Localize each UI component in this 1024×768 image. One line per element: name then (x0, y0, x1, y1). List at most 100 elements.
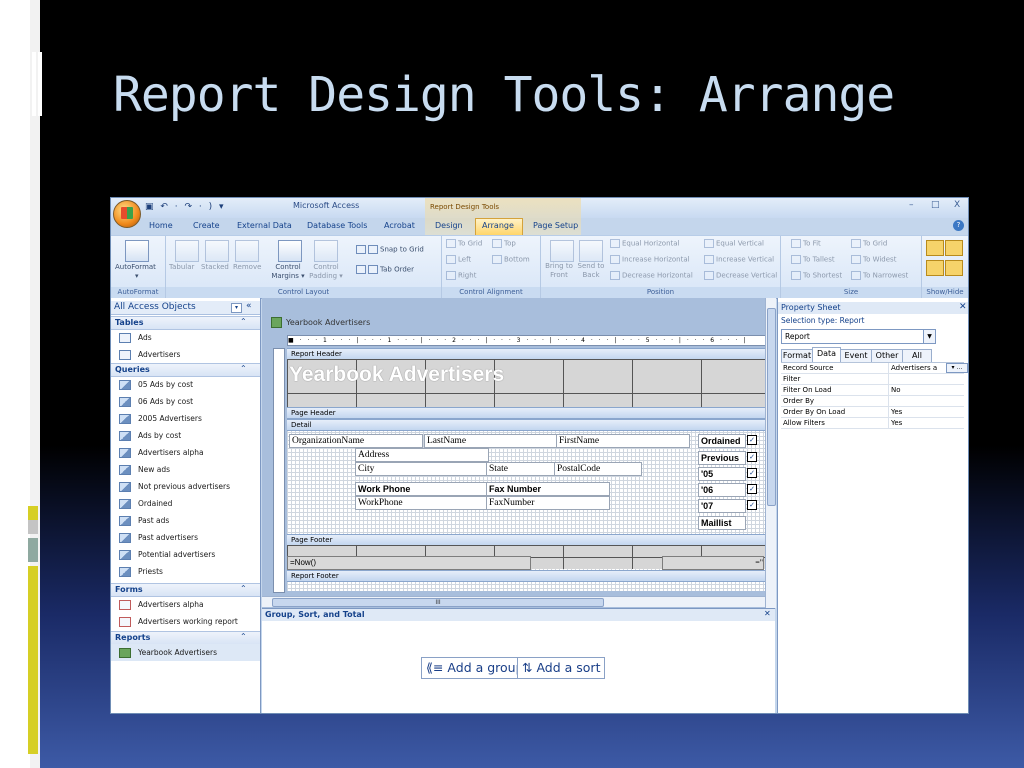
minimize-button[interactable]: – (909, 200, 914, 210)
property-row[interactable]: Order By (781, 396, 964, 407)
checkbox-07[interactable]: ✓ (747, 500, 757, 510)
office-button[interactable] (113, 200, 141, 228)
property-row[interactable]: Allow Filters Yes (781, 418, 964, 429)
scroll-thumb[interactable]: III (272, 598, 604, 607)
nav-item-query[interactable]: Advertisers alpha (111, 444, 260, 461)
tab-external-data[interactable]: External Data (237, 221, 292, 230)
size-to-shortest-button[interactable]: To Shortest (791, 271, 842, 280)
tab-acrobat[interactable]: Acrobat (384, 221, 415, 230)
nav-section-tables[interactable]: Tables ⌃ (111, 316, 260, 330)
collapse-icon[interactable]: « (246, 301, 252, 311)
nav-item-advertisers[interactable]: Advertisers (111, 346, 260, 363)
size-to-widest-button[interactable]: To Widest (851, 255, 896, 264)
band-report-footer[interactable]: Report Footer (287, 570, 765, 582)
label-previous[interactable]: Previous (698, 451, 746, 465)
tab-order-button[interactable]: Tab Order (356, 265, 414, 274)
label-06[interactable]: '06 (698, 483, 746, 497)
add-group-button[interactable]: ⟪≡ Add a group (421, 657, 529, 679)
nav-header[interactable]: All Access Objects ▾ « (111, 301, 260, 315)
vertical-scrollbar[interactable] (765, 298, 776, 608)
help-icon[interactable]: ? (953, 220, 964, 231)
nav-section-reports[interactable]: Reports ⌃ (111, 631, 260, 645)
collapse-section-icon[interactable]: ⌃ (240, 364, 247, 373)
tab-page-setup[interactable]: Page Setup (533, 221, 578, 230)
autoformat-dropdown-icon[interactable]: ▾ (135, 272, 139, 280)
control-margins-button[interactable]: Control Margins ▾ (270, 263, 306, 281)
chevron-down-icon[interactable]: ▼ (923, 329, 936, 344)
increase-horizontal-button[interactable]: Increase Horizontal (610, 255, 690, 264)
horizontal-ruler[interactable]: ■ · · · 1 · · · | · · · 1 · · · | · · · … (287, 335, 767, 346)
nav-item-report[interactable]: Yearbook Advertisers (111, 644, 260, 661)
selection-combo[interactable]: Report ▼ (781, 329, 936, 344)
nav-item-query[interactable]: Not previous advertisers (111, 478, 260, 495)
stacked-button[interactable]: Stacked (201, 263, 229, 271)
vertical-ruler[interactable] (273, 348, 285, 593)
size-to-grid-button[interactable]: To Grid (851, 239, 887, 248)
label-07[interactable]: '07 (698, 499, 746, 513)
field-fax-number[interactable]: FaxNumber (486, 496, 610, 510)
checkbox-06[interactable]: ✓ (747, 484, 757, 494)
nav-section-queries[interactable]: Queries ⌃ (111, 363, 260, 377)
nav-item-query[interactable]: Ordained (111, 495, 260, 512)
document-tab[interactable]: Yearbook Advertisers (271, 317, 370, 328)
label-fax-number[interactable]: Fax Number (486, 482, 610, 496)
size-to-fit-button[interactable]: To Fit (791, 239, 821, 248)
close-button[interactable]: X (954, 200, 960, 210)
size-to-narrowest-button[interactable]: To Narrowest (851, 271, 908, 280)
ps-tab-event[interactable]: Event (840, 349, 872, 362)
report-title-label[interactable]: Yearbook Advertisers (289, 363, 504, 387)
equal-horizontal-button[interactable]: Equal Horizontal (610, 239, 680, 248)
band-detail[interactable]: Detail (287, 419, 765, 431)
align-top-button[interactable]: Top (492, 239, 516, 248)
field-address[interactable]: Address (355, 448, 489, 462)
send-to-back-button[interactable]: Send to Back (575, 262, 607, 280)
scroll-thumb[interactable] (767, 308, 776, 506)
add-sort-button[interactable]: ⇅ Add a sort (517, 657, 606, 679)
nav-item-query[interactable]: New ads (111, 461, 260, 478)
property-row[interactable]: Record Source Advertisers a (781, 363, 964, 374)
collapse-section-icon[interactable]: ⌃ (240, 584, 247, 593)
nav-item-form[interactable]: Advertisers alpha (111, 596, 260, 613)
align-bottom-button[interactable]: Bottom (492, 255, 530, 264)
nav-item-query[interactable]: Priests (111, 563, 260, 580)
align-left-button[interactable]: Left (446, 255, 471, 264)
collapse-section-icon[interactable]: ⌃ (240, 632, 247, 641)
snap-to-grid-button[interactable]: Snap to Grid (356, 245, 424, 254)
tab-design[interactable]: Design (435, 221, 463, 230)
tabular-button[interactable]: Tabular (169, 263, 194, 271)
ruler-toggle-icon[interactable] (945, 240, 963, 256)
horizontal-scrollbar[interactable]: III (262, 596, 765, 607)
align-right-button[interactable]: Right (446, 271, 476, 280)
tab-arrange[interactable]: Arrange (482, 221, 514, 230)
collapse-section-icon[interactable]: ⌃ (240, 317, 247, 326)
field-work-phone[interactable]: WorkPhone (355, 496, 487, 510)
nav-item-query[interactable]: 05 Ads by cost (111, 376, 260, 393)
align-to-grid-button[interactable]: To Grid (446, 239, 482, 248)
decrease-vertical-button[interactable]: Decrease Vertical (704, 271, 777, 280)
nav-section-forms[interactable]: Forms ⌃ (111, 583, 260, 597)
nav-item-query[interactable]: 2005 Advertisers (111, 410, 260, 427)
tab-create[interactable]: Create (193, 221, 220, 230)
nav-item-ads[interactable]: Ads (111, 329, 260, 346)
equal-vertical-button[interactable]: Equal Vertical (704, 239, 764, 248)
field-now-expression[interactable]: =Now() (287, 556, 531, 570)
tab-database-tools[interactable]: Database Tools (307, 221, 367, 230)
grid-toggle-icon[interactable] (926, 240, 944, 256)
nav-item-query[interactable]: Past advertisers (111, 529, 260, 546)
nav-item-form[interactable]: Advertisers working report (111, 613, 260, 630)
close-icon[interactable]: ✕ (764, 609, 771, 618)
label-work-phone[interactable]: Work Phone (355, 482, 487, 496)
label-05[interactable]: '05 (698, 467, 746, 481)
nav-item-query[interactable]: 06 Ads by cost (111, 393, 260, 410)
tab-home[interactable]: Home (149, 221, 173, 230)
record-source-buttons[interactable]: ▾ … (946, 363, 968, 373)
property-row[interactable]: Filter (781, 374, 964, 385)
increase-vertical-button[interactable]: Increase Vertical (704, 255, 774, 264)
maximize-button[interactable]: □ (931, 200, 940, 210)
field-first-name[interactable]: FirstName (556, 434, 690, 448)
ps-tab-format[interactable]: Format (781, 349, 813, 362)
field-postal-code[interactable]: PostalCode (554, 462, 642, 476)
chevron-down-icon[interactable]: ▾ (231, 303, 242, 313)
property-row[interactable]: Filter On Load No (781, 385, 964, 396)
field-state[interactable]: State (486, 462, 556, 476)
